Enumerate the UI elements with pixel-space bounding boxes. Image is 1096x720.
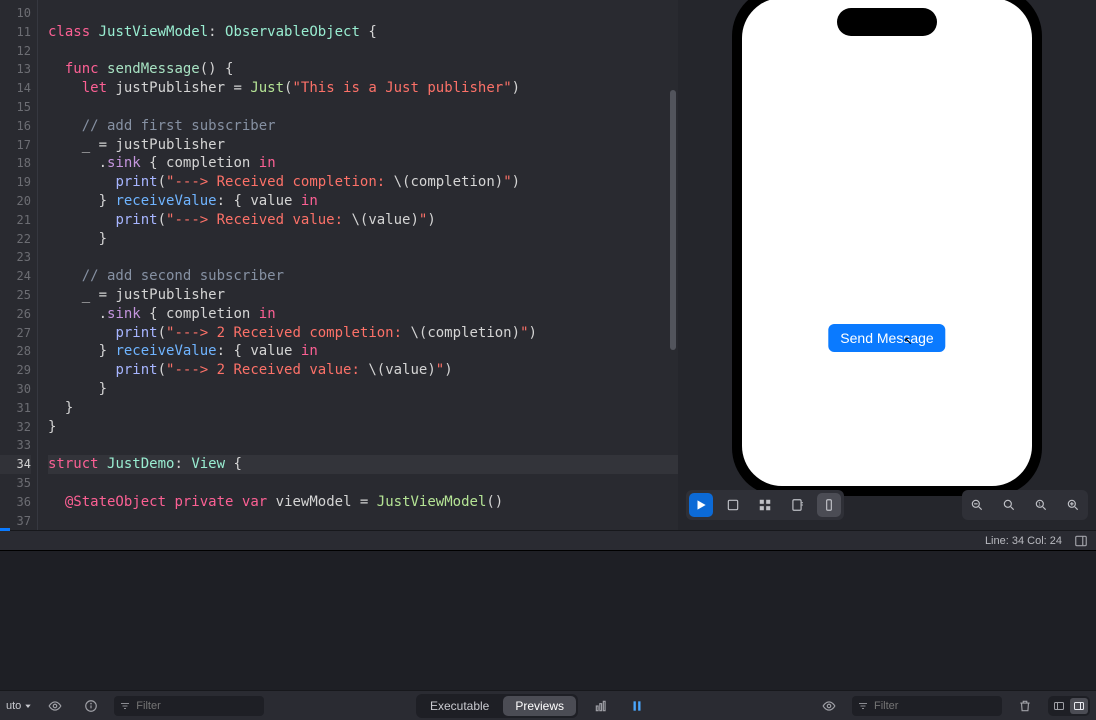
console-area[interactable] [0, 550, 1096, 690]
zoom-actual-button[interactable]: 1 [1029, 493, 1053, 517]
selectable-preview-button[interactable] [721, 493, 745, 517]
live-preview-button[interactable] [689, 493, 713, 517]
panel-toggles [1048, 696, 1090, 716]
variants-button[interactable] [753, 493, 777, 517]
line-gutter: 1011121314151617181920212223242526272829… [0, 0, 38, 530]
info-button[interactable] [78, 695, 104, 717]
device-frame: Send Message ↖ [732, 0, 1042, 496]
right-panel-toggle[interactable] [1070, 698, 1088, 714]
trash-button[interactable] [1012, 695, 1038, 717]
cursor-position: Line: 34 Col: 24 [985, 535, 1062, 547]
editor-scrollbar[interactable] [670, 0, 676, 530]
send-message-button[interactable]: Send Message [828, 324, 945, 352]
auto-dropdown[interactable]: uto [6, 700, 32, 712]
bottom-bar: uto Executable Previews [0, 690, 1096, 720]
preview-mode-group [686, 490, 844, 520]
debug-indicator-button[interactable] [624, 695, 650, 717]
code-body[interactable]: class JustViewModel: ObservableObject { … [38, 0, 678, 530]
visibility-toggle-button[interactable] [42, 695, 68, 717]
svg-text:1: 1 [1038, 502, 1041, 508]
dynamic-island [837, 8, 937, 36]
zoom-fit-button[interactable] [997, 493, 1021, 517]
filter-icon [857, 700, 869, 712]
left-panel-toggle[interactable] [1050, 698, 1068, 714]
zoom-in-button[interactable] [1061, 493, 1085, 517]
zoom-group: 1 [962, 490, 1088, 520]
scroll-thumb[interactable] [670, 90, 676, 350]
zoom-out-button[interactable] [965, 493, 989, 517]
preview-canvas: Send Message ↖ [678, 0, 1096, 530]
build-progress-indicator [0, 528, 10, 531]
device-settings-button[interactable] [785, 493, 809, 517]
metrics-button[interactable] [588, 695, 614, 717]
previews-tab[interactable]: Previews [503, 696, 576, 716]
filter-input-left[interactable] [114, 696, 264, 716]
filter-input-right[interactable] [852, 696, 1002, 716]
output-source-segmented: Executable Previews [416, 694, 578, 718]
filter-right [852, 696, 1002, 716]
filter-icon [119, 700, 131, 712]
device-screen: Send Message ↖ [742, 0, 1032, 486]
filter-left [114, 696, 264, 716]
orientation-button[interactable] [817, 493, 841, 517]
console-visibility-button[interactable] [816, 695, 842, 717]
status-bar: Line: 34 Col: 24 [0, 530, 1096, 550]
code-editor[interactable]: 1011121314151617181920212223242526272829… [0, 0, 678, 530]
minimap-toggle-icon[interactable] [1074, 534, 1088, 548]
preview-toolbar: 1 [678, 490, 1096, 520]
executable-tab[interactable]: Executable [418, 696, 501, 716]
